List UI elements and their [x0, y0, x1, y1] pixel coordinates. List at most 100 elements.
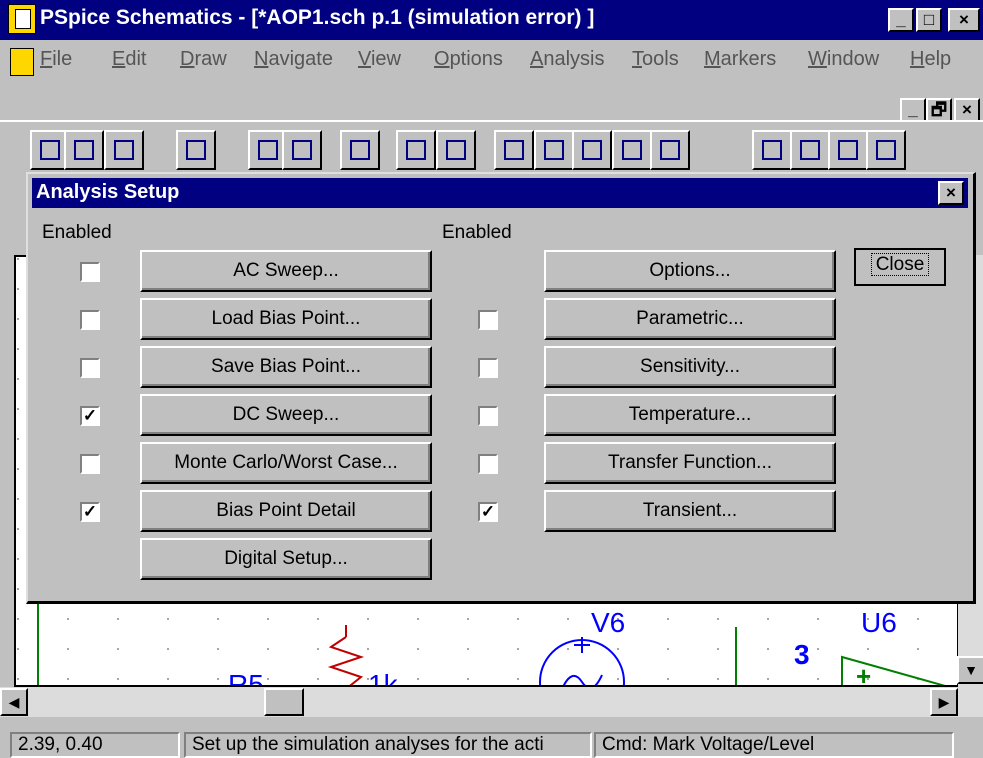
- transfer-function-button[interactable]: Transfer Function...: [544, 442, 836, 484]
- part-icon[interactable]: [866, 130, 906, 170]
- zoom-in-icon[interactable]: [534, 130, 574, 170]
- save-bias-point-button[interactable]: Save Bias Point...: [140, 346, 432, 388]
- undo-icon[interactable]: [396, 130, 436, 170]
- temperature-button[interactable]: Temperature...: [544, 394, 836, 436]
- zoom-fit-glyph: [660, 140, 680, 160]
- menu-options[interactable]: Options: [434, 48, 503, 71]
- bias-point-detail-button[interactable]: Bias Point Detail: [140, 490, 432, 532]
- part-label-v6: V6: [591, 607, 626, 638]
- doc-close-button[interactable]: ×: [954, 98, 980, 122]
- dialog-title: Analysis Setup: [36, 181, 180, 203]
- zoom-in-glyph: [544, 140, 564, 160]
- block-glyph: [838, 140, 858, 160]
- save-glyph: [114, 140, 134, 160]
- dc-sweep-checkbox[interactable]: ✓: [80, 406, 100, 426]
- open-folder-glyph: [74, 140, 94, 160]
- pencil-glyph: [504, 140, 524, 160]
- monte-carlo-worst-case-button[interactable]: Monte Carlo/Worst Case...: [140, 442, 432, 484]
- undo-glyph: [406, 140, 426, 160]
- digital-setup-button[interactable]: Digital Setup...: [140, 538, 432, 580]
- menu-draw[interactable]: Draw: [180, 48, 227, 71]
- ac-sweep-checkbox[interactable]: [80, 262, 100, 282]
- scroll-right-button[interactable]: ▶: [930, 688, 958, 716]
- options-button[interactable]: Options...: [544, 250, 836, 292]
- parametric-checkbox[interactable]: [478, 310, 498, 330]
- document-icon[interactable]: [10, 48, 34, 76]
- copy-glyph: [292, 140, 312, 160]
- menu-analysis[interactable]: Analysis: [530, 48, 604, 71]
- enabled-label-right: Enabled: [442, 222, 512, 243]
- app-icon[interactable]: [8, 4, 36, 34]
- block-icon[interactable]: [828, 130, 868, 170]
- menu-window[interactable]: Window: [808, 48, 879, 71]
- zoom-out-glyph: [582, 140, 602, 160]
- save-bias-point-checkbox[interactable]: [80, 358, 100, 378]
- print-glyph: [186, 140, 206, 160]
- status-command: Cmd: Mark Voltage/Level: [594, 732, 954, 758]
- pin-label: 3: [794, 639, 810, 670]
- redo-icon[interactable]: [436, 130, 476, 170]
- bias-point-detail-checkbox[interactable]: ✓: [80, 502, 100, 522]
- paste-glyph: [350, 140, 370, 160]
- scroll-left-button[interactable]: ◀: [0, 688, 28, 716]
- menu-file[interactable]: File: [40, 48, 72, 71]
- zoom-fit-icon[interactable]: [650, 130, 690, 170]
- dc-sweep-button[interactable]: DC Sweep...: [140, 394, 432, 436]
- load-bias-point-checkbox[interactable]: [80, 310, 100, 330]
- bus-glyph: [800, 140, 820, 160]
- load-bias-point-button[interactable]: Load Bias Point...: [140, 298, 432, 340]
- monte-carlo-worst-case-checkbox[interactable]: [80, 454, 100, 474]
- menu-navigate[interactable]: Navigate: [254, 48, 333, 71]
- dialog-titlebar[interactable]: Analysis Setup ×: [32, 178, 968, 208]
- window-title: PSpice Schematics - [*AOP1.sch p.1 (simu…: [40, 6, 595, 29]
- pencil-icon[interactable]: [494, 130, 534, 170]
- sensitivity-button[interactable]: Sensitivity...: [544, 346, 836, 388]
- open-folder-icon[interactable]: [64, 130, 104, 170]
- zoom-area-icon[interactable]: [612, 130, 652, 170]
- part-label-r5: R5: [228, 669, 264, 687]
- status-message: Set up the simulation analyses for the a…: [184, 732, 592, 758]
- temperature-checkbox[interactable]: [478, 406, 498, 426]
- menu-view[interactable]: View: [358, 48, 401, 71]
- close-window-button[interactable]: ×: [948, 8, 980, 32]
- redo-glyph: [446, 140, 466, 160]
- print-icon[interactable]: [176, 130, 216, 170]
- transfer-function-checkbox[interactable]: [478, 454, 498, 474]
- transient-checkbox[interactable]: ✓: [478, 502, 498, 522]
- parametric-button[interactable]: Parametric...: [544, 298, 836, 340]
- menu-markers[interactable]: Markers: [704, 48, 776, 71]
- part-glyph: [876, 140, 896, 160]
- plus-label: +: [856, 661, 872, 687]
- save-icon[interactable]: [104, 130, 144, 170]
- menu-tools[interactable]: Tools: [632, 48, 679, 71]
- paste-icon[interactable]: [340, 130, 380, 170]
- bus-icon[interactable]: [790, 130, 830, 170]
- cut-glyph: [258, 140, 278, 160]
- wire-icon[interactable]: [752, 130, 792, 170]
- transient-button[interactable]: Transient...: [544, 490, 836, 532]
- zoom-area-glyph: [622, 140, 642, 160]
- scroll-down-button[interactable]: ▼: [957, 656, 983, 684]
- horizontal-scrollbar[interactable]: [0, 687, 983, 717]
- wire-glyph: [762, 140, 782, 160]
- copy-icon[interactable]: [282, 130, 322, 170]
- new-file-glyph: [40, 140, 60, 160]
- doc-minimize-button[interactable]: _: [900, 98, 926, 122]
- menu-help[interactable]: Help: [910, 48, 951, 71]
- zoom-out-icon[interactable]: [572, 130, 612, 170]
- sensitivity-checkbox[interactable]: [478, 358, 498, 378]
- menu-edit[interactable]: Edit: [112, 48, 146, 71]
- status-coords: 2.39, 0.40: [10, 732, 180, 758]
- maximize-button[interactable]: □: [916, 8, 942, 32]
- value-label-r5: 1k: [368, 669, 398, 687]
- part-label-u6: U6: [861, 607, 897, 638]
- close-button[interactable]: Close: [854, 248, 946, 286]
- ac-sweep-button[interactable]: AC Sweep...: [140, 250, 432, 292]
- horizontal-scroll-thumb[interactable]: [264, 688, 304, 716]
- dialog-close-icon[interactable]: ×: [938, 181, 964, 205]
- doc-restore-button[interactable]: 🗗: [926, 98, 952, 122]
- enabled-label-left: Enabled: [42, 222, 112, 243]
- main-titlebar[interactable]: PSpice Schematics - [*AOP1.sch p.1 (simu…: [0, 0, 983, 40]
- minimize-button[interactable]: _: [888, 8, 914, 32]
- analysis-setup-dialog: Analysis Setup × Enabled Enabled AC Swee…: [26, 172, 976, 604]
